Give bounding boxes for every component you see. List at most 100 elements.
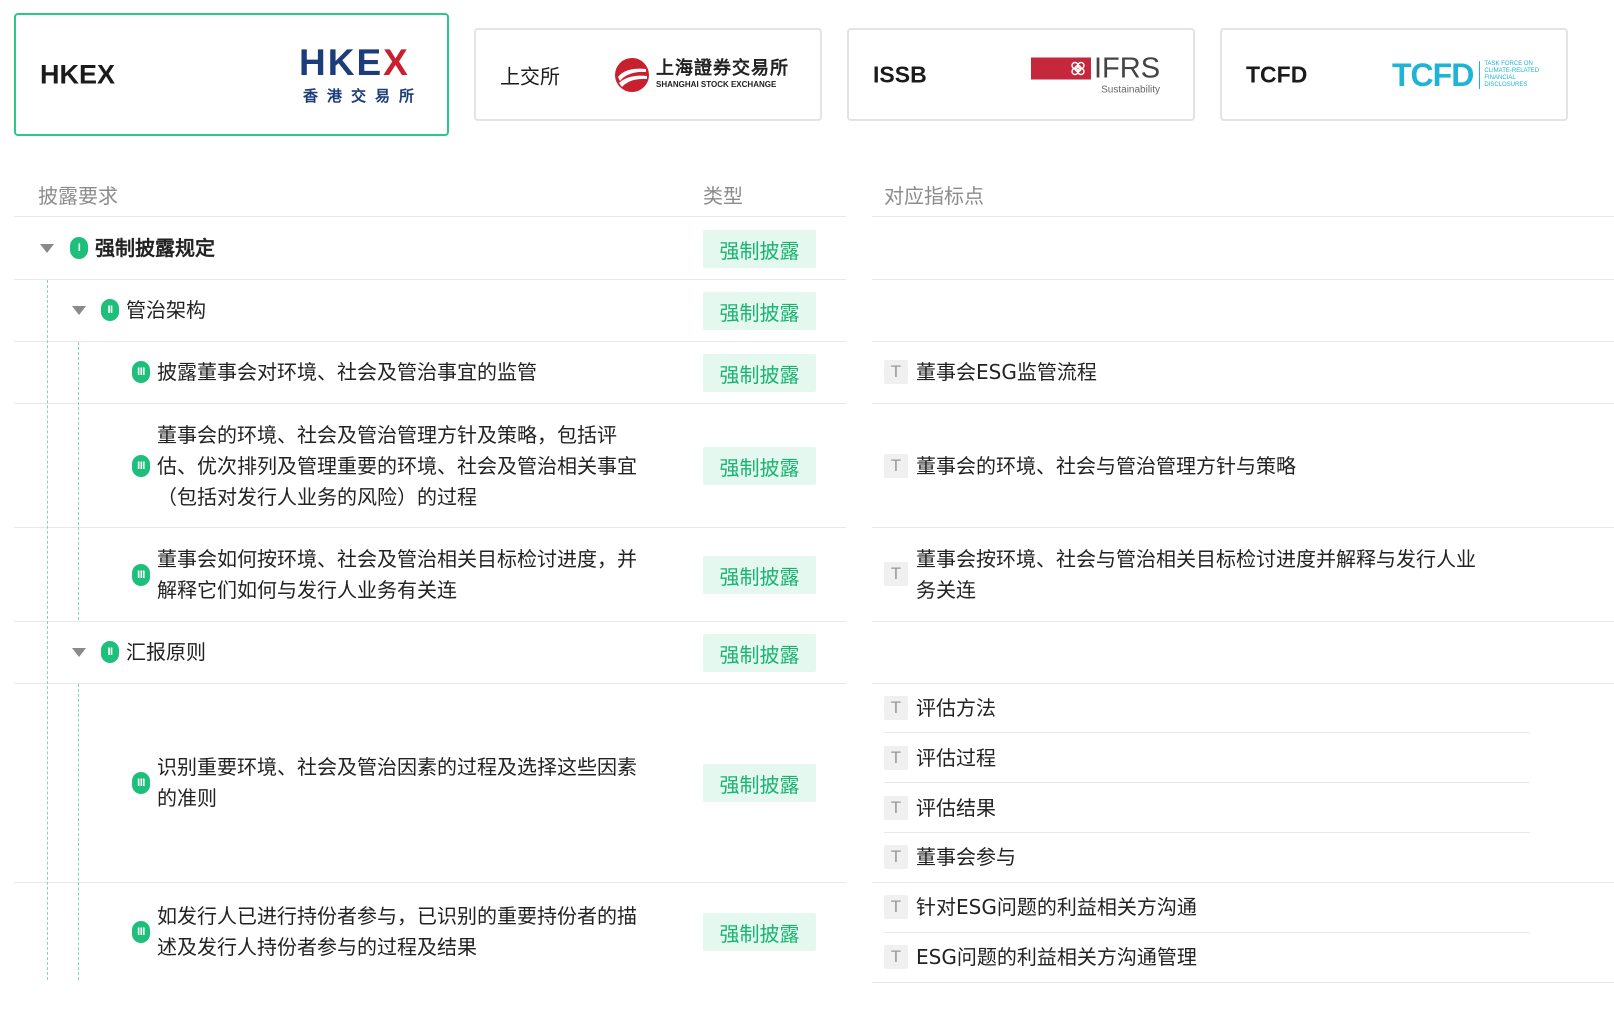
text-type-icon: T xyxy=(884,895,908,919)
row-divider xyxy=(872,882,1614,883)
type-tag: 强制披露 xyxy=(703,292,816,330)
row-divider xyxy=(14,341,846,342)
row-divider xyxy=(14,683,846,684)
col-header-type: 类型 xyxy=(703,184,743,208)
level-badge-text: II xyxy=(107,304,113,316)
indicator-text: 评估结果 xyxy=(916,796,996,820)
row-title: 汇报原则 xyxy=(126,640,206,664)
level-badge-text: II xyxy=(107,646,113,658)
row-title-line: 识别重要环境、社会及管治因素的过程及选择这些因素 xyxy=(157,755,637,779)
row-title: 如发行人已进行持份者参与，已识别的重要持份者的描 述及发行人持份者参与的过程及结… xyxy=(157,901,637,963)
row-divider xyxy=(872,683,1614,684)
indicator-item[interactable]: T 董事会参与 xyxy=(884,842,1016,873)
level-badge: III xyxy=(132,921,150,943)
ifrs-logo-subtitle: Sustainability xyxy=(1101,84,1161,95)
row-divider xyxy=(14,527,846,528)
level-badge-text: III xyxy=(137,777,145,789)
tab-sse[interactable]: 上交所 上海證券交易所 SHANGHAI STOCK EXCHANGE xyxy=(474,28,822,121)
col-header-requirement: 披露要求 xyxy=(38,184,118,208)
indicator-item[interactable]: T 董事会的环境、社会与管治管理方针与策略 xyxy=(884,451,1296,482)
text-type-icon: T xyxy=(884,845,908,869)
indicator-item[interactable]: T 评估方法 xyxy=(884,693,996,724)
indicator-text: 董事会参与 xyxy=(916,845,1016,869)
row-divider xyxy=(14,216,846,217)
indicator-text: 董事会的环境、社会与管治管理方针与策略 xyxy=(916,454,1296,478)
indicator-text: 评估方法 xyxy=(916,696,996,720)
tree-guide-line xyxy=(78,684,79,980)
row-title: 董事会的环境、社会及管治管理方针及策略，包括评 估、优次排列及管理重要的环境、社… xyxy=(157,420,637,513)
tab-issb-label: ISSB xyxy=(873,61,927,87)
tcfd-logo: TCFD TASK FORCE ON CLIMATE-RELATED FINAN… xyxy=(1392,59,1545,91)
row-divider xyxy=(14,882,846,883)
row-title: 识别重要环境、社会及管治因素的过程及选择这些因素 的准则 xyxy=(157,752,637,814)
row-divider xyxy=(872,341,1614,342)
row-title: 董事会如何按环境、社会及管治相关目标检讨进度，并 解释它们如何与发行人业务有关连 xyxy=(157,544,637,606)
type-tag: 强制披露 xyxy=(703,764,816,802)
ifrs-logo-text: IFRS xyxy=(1094,52,1161,84)
text-type-icon: T xyxy=(884,562,908,586)
level-badge-text: III xyxy=(137,569,145,581)
row-title-line: 董事会的环境、社会及管治管理方针及策略，包括评 xyxy=(157,423,617,447)
row-divider xyxy=(884,932,1530,933)
row-title: 披露董事会对环境、社会及管治事宜的监管 xyxy=(157,360,537,384)
indicator-item[interactable]: T ESG问题的利益相关方沟通管理 xyxy=(884,942,1197,973)
type-tag: 强制披露 xyxy=(703,634,816,672)
sse-logo-en: SHANGHAI STOCK EXCHANGE xyxy=(656,80,777,89)
row-divider xyxy=(872,403,1614,404)
hkex-logo-x: X xyxy=(383,41,410,83)
tree-guide-line xyxy=(78,342,79,620)
row-divider xyxy=(884,832,1530,833)
indicator-text: 评估过程 xyxy=(916,746,996,770)
indicator-item[interactable]: T 董事会ESG监管流程 xyxy=(884,357,1097,388)
expand-caret-icon[interactable] xyxy=(40,244,54,253)
level-badge-text: I xyxy=(77,242,81,254)
hkex-logo-subtitle: 香港交易所 xyxy=(303,86,424,105)
type-tag: 强制披露 xyxy=(703,913,816,951)
level-badge: III xyxy=(132,772,150,794)
type-tag: 强制披露 xyxy=(703,354,816,392)
hkex-logo-text: HKEX xyxy=(299,41,410,83)
row-title-line: 估、优次排列及管理重要的环境、社会及管治相关事宜 xyxy=(157,454,637,478)
tab-tcfd[interactable]: TCFD TCFD TASK FORCE ON CLIMATE-RELATED … xyxy=(1220,28,1568,121)
tab-issb[interactable]: ISSB IFRS Sustainability xyxy=(847,28,1195,121)
row-title: 强制披露规定 xyxy=(95,236,215,260)
sse-logo-cn: 上海證券交易所 xyxy=(656,58,789,79)
row-divider xyxy=(884,732,1530,733)
level-badge: II xyxy=(101,641,119,663)
indicator-text: 董事会按环境、社会与管治相关目标检讨进度并解释与发行人业 务关连 xyxy=(916,544,1476,606)
tcfd-logo-text: TCFD xyxy=(1392,56,1474,93)
col-header-indicator: 对应指标点 xyxy=(884,184,984,208)
row-title-line: 解释它们如何与发行人业务有关连 xyxy=(157,578,457,602)
level-badge-text: III xyxy=(137,926,145,938)
row-divider xyxy=(872,279,1614,280)
row-title-line: 如发行人已进行持份者参与，已识别的重要持份者的描 xyxy=(157,904,637,928)
row-title-line: 述及发行人持份者参与的过程及结果 xyxy=(157,935,477,959)
tree-guide-line xyxy=(47,280,48,980)
indicator-item[interactable]: T 针对ESG问题的利益相关方沟通 xyxy=(884,892,1197,923)
indicator-item[interactable]: T 评估过程 xyxy=(884,743,996,774)
type-tag: 强制披露 xyxy=(703,556,816,594)
row-divider xyxy=(14,279,846,280)
type-tag: 强制披露 xyxy=(703,230,816,268)
indicator-text: ESG问题的利益相关方沟通管理 xyxy=(916,945,1197,969)
indicator-item[interactable]: T 评估结果 xyxy=(884,793,996,824)
tab-hkex-label: HKEX xyxy=(40,59,116,89)
level-badge-text: III xyxy=(137,366,145,378)
text-type-icon: T xyxy=(884,746,908,770)
level-badge-text: III xyxy=(137,460,145,472)
ifrs-logo: IFRS Sustainability xyxy=(1031,54,1160,95)
level-badge: III xyxy=(132,564,150,586)
expand-caret-icon[interactable] xyxy=(72,648,86,657)
expand-caret-icon[interactable] xyxy=(72,306,86,315)
text-type-icon: T xyxy=(884,945,908,969)
level-badge: II xyxy=(101,299,119,321)
tab-hkex[interactable]: HKEX HKEX 香港交易所 xyxy=(14,13,449,136)
row-divider xyxy=(884,782,1530,783)
tcfd-logo-small: TASK FORCE ON CLIMATE-RELATED FINANCIAL … xyxy=(1479,60,1545,89)
row-divider xyxy=(872,621,1614,622)
row-divider xyxy=(14,403,846,404)
row-title-line: （包括对发行人业务的风险）的过程 xyxy=(157,485,477,509)
indicator-item[interactable]: T 董事会按环境、社会与管治相关目标检讨进度并解释与发行人业 务关连 xyxy=(884,544,1476,606)
type-tag: 强制披露 xyxy=(703,447,816,485)
row-divider xyxy=(872,527,1614,528)
